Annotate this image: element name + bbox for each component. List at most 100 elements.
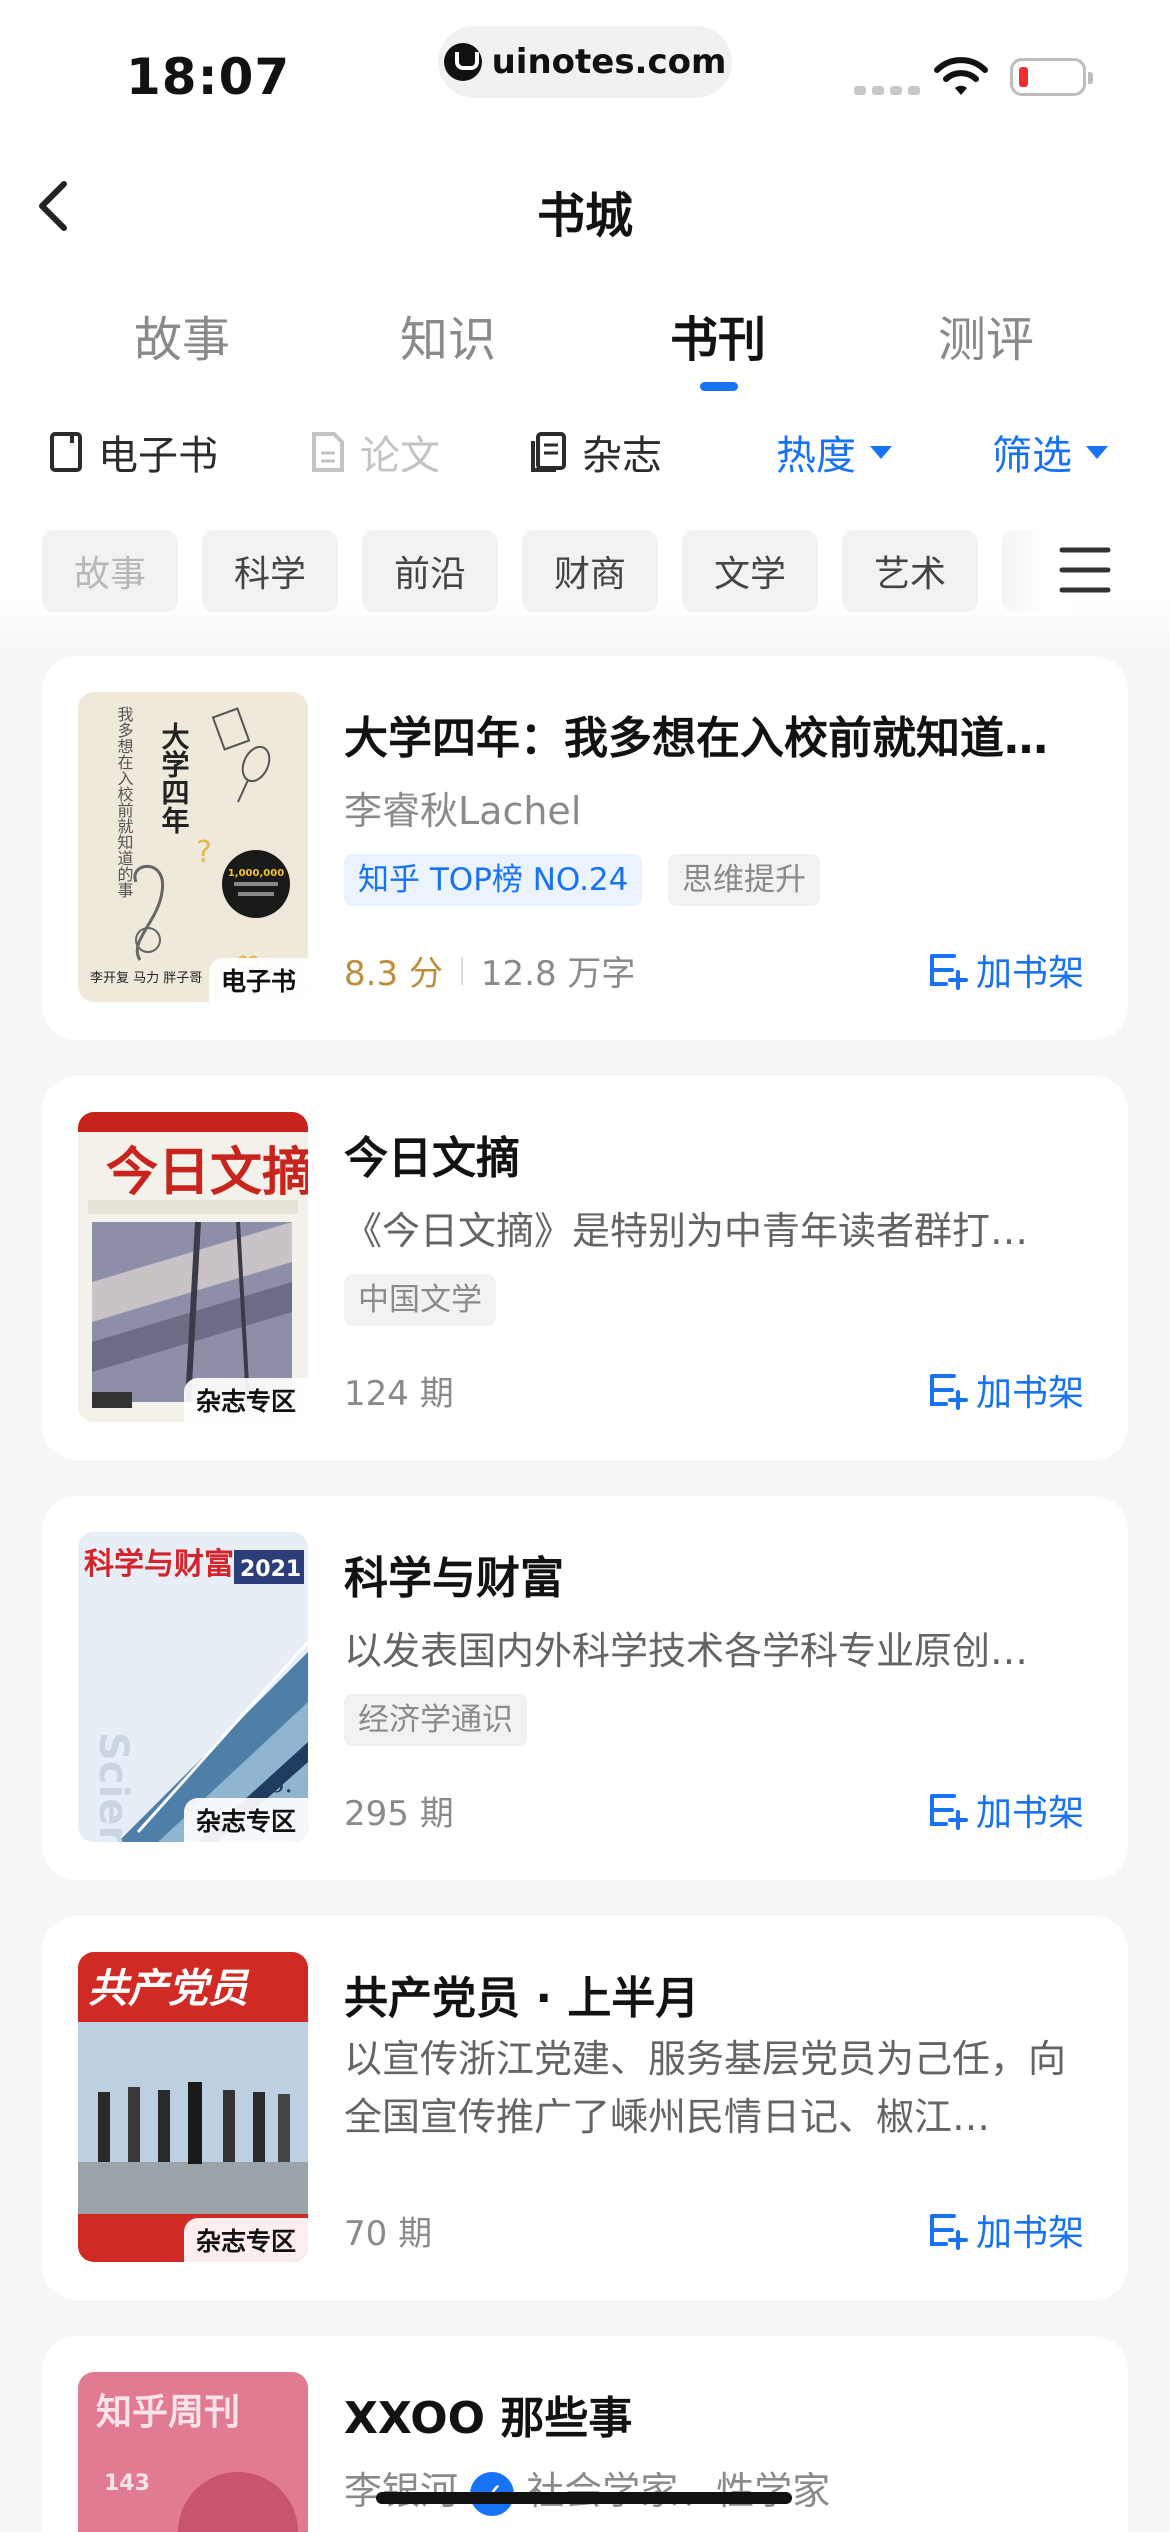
add-to-shelf-label: 加书架	[975, 1373, 1084, 1414]
filter-magazine[interactable]: 杂志	[530, 424, 662, 480]
book-score: 8.3 分	[344, 954, 443, 994]
meta-divider	[460, 956, 463, 985]
add-to-shelf-label: 加书架	[975, 2213, 1084, 2254]
page-title: 书城	[536, 188, 633, 244]
cover-title: 大学四年	[158, 722, 191, 834]
filter-label: 筛选	[992, 433, 1072, 479]
rank-tag[interactable]: 知乎 TOP榜 NO.24	[344, 854, 643, 906]
site-logo-icon	[443, 43, 482, 81]
category-tag[interactable]: 经济学通识	[344, 1694, 527, 1746]
add-shelf-icon	[929, 1374, 968, 1410]
url-pill[interactable]: uinotes.com	[438, 26, 732, 98]
magazine-cover: 今日文摘 杂志专区	[78, 1112, 308, 1422]
cover-badge: 电子书	[208, 958, 308, 1002]
cover-badge: 杂志专区	[183, 1798, 308, 1842]
issue-count: 70 期	[344, 2206, 432, 2255]
tab-story[interactable]: 故事	[92, 300, 272, 370]
cover-year: 2021	[240, 1557, 301, 1582]
home-indicator	[376, 2492, 792, 2504]
issue-count: 124 期	[344, 1366, 454, 1415]
magazine-title: 科学与财富	[344, 1553, 564, 1604]
book-cover-art: 知乎周刊 143	[96, 2392, 298, 2532]
add-to-shelf-label: 加书架	[975, 1793, 1084, 1834]
sort-label: 热度	[776, 433, 856, 479]
cover-subtitle: 我多想在入校前就知道的事	[115, 706, 134, 898]
magazine-title: 今日文摘	[344, 1133, 520, 1184]
filter-paper[interactable]: 论文	[310, 424, 440, 480]
issue-count: 295 期	[344, 1786, 454, 1835]
author-title: 社会学家、性学家	[526, 2469, 831, 2513]
magazine-icon	[531, 432, 566, 472]
add-to-shelf-button[interactable]: 加书架	[928, 944, 1084, 996]
filter-ebook-label: 电子书	[98, 433, 218, 479]
cellular-signal-icon	[854, 86, 920, 95]
magazine-cover-art: 科学与财富 2021 Sciences 6.	[84, 1547, 308, 1842]
issue-count-label: 124 期	[344, 1374, 454, 1414]
cover-magazine-title: 共产党员	[88, 1965, 250, 2012]
filter-dropdown[interactable]: 筛选	[992, 424, 1108, 480]
svg-text:?: ?	[196, 835, 212, 870]
menu-icon[interactable]	[1058, 540, 1112, 600]
tab-indicator	[700, 382, 738, 391]
tab-books[interactable]: 书刊	[628, 300, 808, 370]
book-meta: 8.3 分 12.8 万字	[344, 946, 635, 995]
chip-story[interactable]: 故事	[42, 530, 178, 612]
paper-icon	[312, 432, 344, 472]
category-chips: 故事 科学 前沿 财商 文学 艺术 社	[42, 530, 1050, 612]
add-to-shelf-button[interactable]: 加书架	[928, 2204, 1084, 2256]
magazine-card[interactable]: 科学与财富 2021 Sciences 6. 杂志专区 科学与财富 以发表国内外…	[42, 1496, 1128, 1880]
cover-stats: 1,000,000	[228, 868, 284, 879]
issue-count-label: 295 期	[344, 1794, 454, 1834]
ebook-icon	[50, 432, 82, 472]
tab-review[interactable]: 测评	[896, 300, 1076, 370]
battery-icon	[1010, 58, 1093, 96]
add-to-shelf-button[interactable]: 加书架	[928, 1784, 1084, 1836]
book-author: 李睿秋Lachel	[344, 789, 582, 833]
chip-finance[interactable]: 财商	[522, 530, 658, 612]
add-to-shelf-button[interactable]: 加书架	[928, 1364, 1084, 1416]
chip-frontier[interactable]: 前沿	[362, 530, 498, 612]
magazine-cover-art: 今日文摘	[78, 1112, 308, 1408]
wifi-icon	[934, 57, 988, 95]
cover-authors: 李开复 马力 胖子哥	[90, 971, 202, 986]
cover-issue: 143	[104, 2471, 150, 2496]
magazine-card[interactable]: 共产党员 杂志专区 共产党员 · 上半月 以宣传浙江党建、服务基层党员为己任，向…	[42, 1916, 1128, 2300]
magazine-cover: 科学与财富 2021 Sciences 6. 杂志专区	[78, 1532, 308, 1842]
url-text: uinotes.com	[491, 42, 727, 82]
magazine-desc: 以发表国内外科学技术各学科专业原创…	[344, 1629, 1029, 1673]
cover-magazine-title: 科学与财富	[84, 1547, 234, 1582]
add-shelf-icon	[929, 2214, 968, 2250]
cover-badge: 杂志专区	[183, 2218, 308, 2262]
book-title: XXOO 那些事	[344, 2393, 633, 2444]
tab-knowledge[interactable]: 知识	[358, 300, 538, 370]
magazine-desc: 《今日文摘》是特别为中青年读者群打…	[344, 1209, 1029, 1253]
filter-paper-label: 论文	[360, 433, 440, 479]
category-tag[interactable]: 中国文学	[344, 1274, 496, 1326]
magazine-cover: 共产党员 杂志专区	[78, 1952, 308, 2262]
chip-art[interactable]: 艺术	[842, 530, 978, 612]
book-cover-art: 大学四年 我多想在入校前就知道的事 1,000,000 ? ∞ 李开复 马力 胖…	[90, 706, 290, 986]
add-to-shelf-label: 加书架	[975, 953, 1084, 994]
cover-magazine-title: 今日文摘	[106, 1142, 308, 1203]
chevron-down-icon	[870, 445, 892, 459]
chip-science[interactable]: 科学	[202, 530, 338, 612]
book-cover: 知乎周刊 143	[78, 2372, 308, 2532]
issue-count-label: 70 期	[344, 2214, 433, 2254]
category-tag[interactable]: 思维提升	[668, 854, 820, 906]
svg-text:Sciences: Sciences	[90, 1732, 136, 1842]
magazine-card[interactable]: 今日文摘 杂志专区 今日文摘 《今日文摘》是特别为中青年读者群打… 中国文学 1…	[42, 1076, 1128, 1460]
book-author-row: 李银河 ✓ 社会学家、性学家	[344, 2460, 1082, 2516]
cover-badge: 杂志专区	[183, 1378, 308, 1422]
sort-dropdown[interactable]: 热度	[776, 424, 892, 480]
magazine-desc: 以宣传浙江党建、服务基层党员为己任，向全国宣传推广了嵊州民情日记、椒江…	[344, 2037, 1067, 2139]
filter-magazine-label: 杂志	[582, 433, 662, 479]
filter-ebook[interactable]: 电子书	[48, 424, 218, 480]
book-author: 李银河	[344, 2469, 459, 2513]
cover-issue: 6.	[268, 1769, 293, 1799]
cover-magazine-title: 知乎周刊	[96, 2392, 240, 2433]
book-title: 大学四年：我多想在入校前就知道…	[344, 713, 1048, 764]
add-shelf-icon	[929, 1794, 968, 1830]
add-shelf-icon	[929, 954, 968, 990]
book-card[interactable]: 大学四年 我多想在入校前就知道的事 1,000,000 ? ∞ 李开复 马力 胖…	[42, 656, 1128, 1040]
chip-literature[interactable]: 文学	[682, 530, 818, 612]
